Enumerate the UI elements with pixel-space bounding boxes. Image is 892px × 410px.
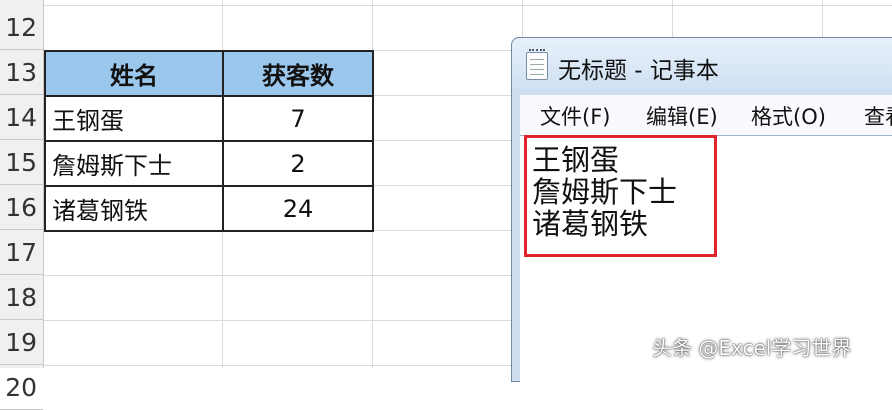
highlight-box <box>524 135 717 257</box>
window-title: 无标题 - 记事本 <box>558 58 719 84</box>
header-cell-count[interactable]: 获客数 <box>222 50 374 97</box>
header-cell-name[interactable]: 姓名 <box>44 50 224 97</box>
cell-name[interactable]: 詹姆斯下士 <box>44 140 224 187</box>
header-row: 姓名 获客数 <box>44 50 374 97</box>
row-number[interactable]: 16 <box>0 185 43 230</box>
watermark: 头条 @Excel学习世界 <box>652 336 852 360</box>
row-number[interactable]: 19 <box>0 320 43 365</box>
menu-edit[interactable]: 编辑(E) <box>646 101 718 131</box>
gridline <box>44 5 892 6</box>
row-number[interactable]: 15 <box>0 140 43 185</box>
menu-format[interactable]: 格式(O) <box>751 101 826 131</box>
table-row: 詹姆斯下士 2 <box>44 140 374 187</box>
row-number[interactable]: 13 <box>0 50 43 95</box>
row-number[interactable]: 20 <box>0 365 43 410</box>
table-row: 诸葛钢铁 24 <box>44 185 374 232</box>
cell-name[interactable]: 王钢蛋 <box>44 95 224 142</box>
row-number[interactable]: 17 <box>0 230 43 275</box>
row-number[interactable]: 12 <box>0 5 43 50</box>
title-bar[interactable]: 无标题 - 记事本 <box>512 38 892 90</box>
data-table: 姓名 获客数 王钢蛋 7 詹姆斯下士 2 诸葛钢铁 24 <box>44 50 374 232</box>
cell-name[interactable]: 诸葛钢铁 <box>44 185 224 232</box>
menu-view[interactable]: 查看 <box>864 101 892 131</box>
row-number[interactable]: 18 <box>0 275 43 320</box>
notepad-icon <box>526 49 548 80</box>
cell-count[interactable]: 7 <box>222 95 374 142</box>
menu-bar: 文件(F) 编辑(E) 格式(O) 查看 <box>520 95 892 135</box>
menu-file[interactable]: 文件(F) <box>540 101 610 131</box>
cell-count[interactable]: 2 <box>222 140 374 187</box>
cell-count[interactable]: 24 <box>222 185 374 232</box>
row-header-column: 12 13 14 15 16 17 18 19 20 <box>0 0 44 410</box>
table-row: 王钢蛋 7 <box>44 95 374 142</box>
row-number[interactable]: 14 <box>0 95 43 140</box>
